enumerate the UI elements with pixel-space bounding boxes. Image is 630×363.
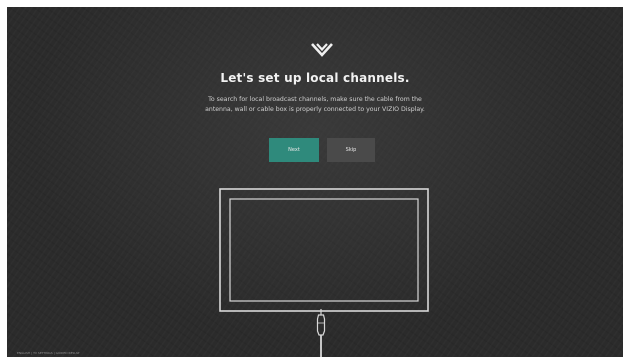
page-title: Let's set up local channels. (220, 71, 410, 85)
description-line-1: To search for local broadcast channels, … (208, 96, 422, 103)
footer-text: ENGLISH | TV SETTINGS | GUIDED RESULT (17, 351, 80, 355)
setup-description: To search for local broadcast channels, … (147, 95, 483, 115)
next-button[interactable]: Next (269, 138, 319, 162)
setup-screen: Let's set up local channels. To search f… (7, 7, 623, 357)
vizio-v-logo-icon (311, 43, 333, 57)
description-line-2: antenna, wall or cable box is properly c… (205, 106, 425, 113)
coax-cable-icon (316, 309, 326, 357)
tv-outline-icon (219, 188, 429, 312)
skip-button[interactable]: Skip (327, 138, 375, 162)
